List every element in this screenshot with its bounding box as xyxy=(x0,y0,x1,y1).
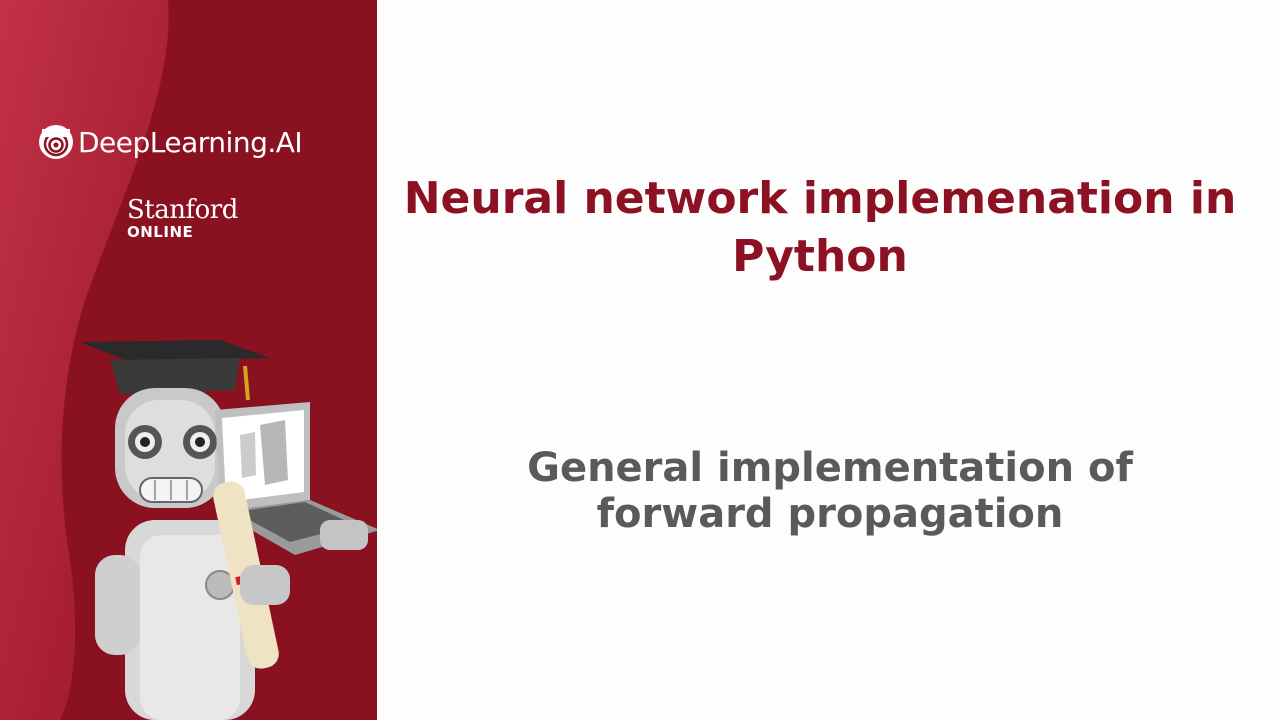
stanford-name: Stanford xyxy=(127,195,238,225)
slide-title: Neural network implemenation in Python xyxy=(403,173,1237,282)
stanford-online-logo: Stanford ONLINE xyxy=(127,196,238,240)
deeplearning-logo-text: DeepLearning.AI xyxy=(78,125,303,159)
deeplearning-logo-icon xyxy=(39,125,73,159)
deeplearning-logo: DeepLearning.AI xyxy=(38,124,303,160)
stanford-online-label: ONLINE xyxy=(127,223,194,241)
robot-mascot-illustration xyxy=(80,340,377,720)
slide-subtitle: General implementation of forward propag… xyxy=(527,445,1133,537)
brand-sidebar: DeepLearning.AI Stanford ONLINE xyxy=(0,0,377,720)
